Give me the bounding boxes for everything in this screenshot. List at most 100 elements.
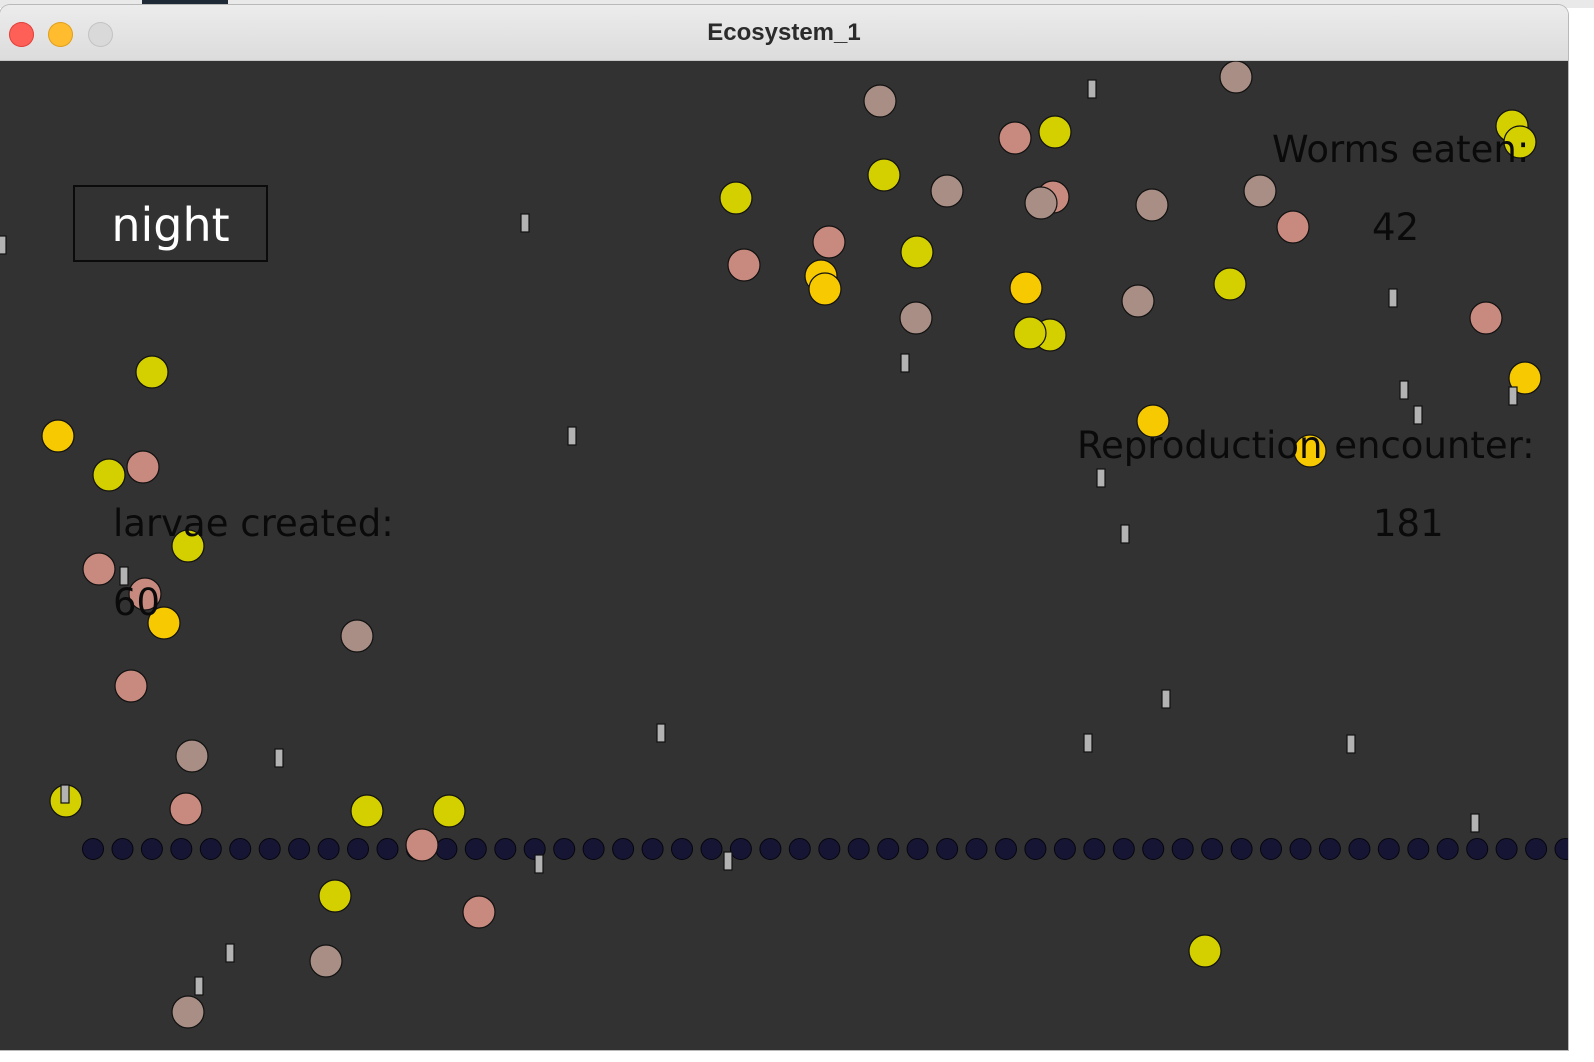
chain-dot <box>641 838 664 860</box>
larvae-created-label: larvae created: <box>113 502 394 545</box>
creature <box>1121 284 1155 318</box>
chain-dot <box>1436 838 1459 860</box>
creature <box>1469 301 1503 335</box>
worm <box>60 784 70 804</box>
mode-toggle-button[interactable]: night <box>73 185 268 262</box>
creature <box>900 235 934 269</box>
creature <box>135 355 169 389</box>
chain-dot <box>1201 838 1224 860</box>
creature <box>114 669 148 703</box>
worm <box>656 723 666 743</box>
worm <box>1120 524 1130 544</box>
chain-dot <box>906 838 929 860</box>
creature <box>92 458 126 492</box>
chain-dot <box>700 838 723 860</box>
chain-dot <box>1525 838 1548 860</box>
chain-dot <box>1407 838 1430 860</box>
chain-dot <box>965 838 988 860</box>
chain-dot <box>1171 838 1194 860</box>
chain-dot <box>759 838 782 860</box>
creature <box>1135 188 1169 222</box>
chain-dot <box>1466 838 1489 860</box>
creature <box>41 419 75 453</box>
creature <box>930 174 964 208</box>
creature <box>169 792 203 826</box>
chain-dot <box>229 838 252 860</box>
creature <box>309 944 343 978</box>
chain-dot <box>1230 838 1253 860</box>
chain-dot <box>1348 838 1371 860</box>
creature <box>405 828 439 862</box>
creature <box>82 552 116 586</box>
chain-dot <box>788 838 811 860</box>
worm <box>1346 734 1356 754</box>
worm <box>274 748 284 768</box>
chain-dot <box>1053 838 1076 860</box>
larvae-created-value: 60 <box>113 581 161 624</box>
creature <box>462 895 496 929</box>
creature <box>171 995 205 1029</box>
chain-dot <box>671 838 693 860</box>
chain-dot <box>612 838 635 860</box>
chain-dot <box>111 838 134 860</box>
chain-dot <box>1112 838 1135 860</box>
worm <box>520 213 530 233</box>
worm <box>1087 79 1097 99</box>
chain-dot <box>1318 838 1341 860</box>
chain-dot <box>1260 838 1282 860</box>
title-bar[interactable]: Ecosystem_1 <box>0 5 1568 61</box>
worm <box>225 943 235 963</box>
chain-dot <box>729 838 752 860</box>
chain-dot <box>347 838 369 860</box>
chain-dot <box>376 838 399 860</box>
worm <box>1399 380 1409 400</box>
creature <box>867 158 901 192</box>
creature <box>1013 316 1047 350</box>
worm <box>567 426 577 446</box>
chain-dot <box>170 838 193 860</box>
creature <box>432 794 466 828</box>
chain-dot <box>1083 838 1106 860</box>
worms-eaten-value: 42 <box>1372 206 1420 249</box>
chain-dot <box>140 838 163 860</box>
chain-dot <box>258 838 281 860</box>
worm <box>1096 468 1106 488</box>
creature <box>175 739 209 773</box>
chain-dot <box>553 838 576 860</box>
simulation-canvas[interactable]: night Worms eaten: 42 Reproduction encou… <box>0 61 1568 1050</box>
chain-dot <box>1024 838 1047 860</box>
creature <box>1219 61 1253 94</box>
chain-dot <box>1289 838 1312 860</box>
worm <box>1470 813 1480 833</box>
creature <box>350 794 384 828</box>
chain-dot <box>818 838 841 860</box>
creature <box>1024 186 1058 220</box>
chain-dot <box>1142 838 1165 860</box>
reproduction-encounter-value: 181 <box>1373 502 1444 545</box>
chain-dot <box>435 838 458 860</box>
worms-eaten-label: Worms eaten: <box>1272 128 1530 171</box>
worm <box>1413 405 1423 425</box>
creature <box>998 121 1032 155</box>
creature <box>318 879 352 913</box>
worm <box>1083 733 1093 753</box>
worm <box>723 851 733 871</box>
chain-dot <box>582 838 605 860</box>
chain-dot <box>1377 838 1400 860</box>
worm <box>0 235 7 255</box>
reproduction-encounter-label: Reproduction encounter: <box>1077 424 1535 467</box>
creature <box>1276 210 1310 244</box>
worm <box>194 976 204 996</box>
chain-dot <box>317 838 340 860</box>
creature <box>808 272 842 306</box>
creature <box>1213 267 1247 301</box>
creature <box>340 619 374 653</box>
chain-dot <box>494 838 517 860</box>
chain-dot <box>877 838 900 860</box>
chain-dot <box>936 838 959 860</box>
chain-dot <box>1554 838 1568 860</box>
chain-dot <box>995 838 1017 860</box>
worm <box>1161 689 1171 709</box>
chain-dot <box>288 838 311 860</box>
creature <box>719 181 753 215</box>
